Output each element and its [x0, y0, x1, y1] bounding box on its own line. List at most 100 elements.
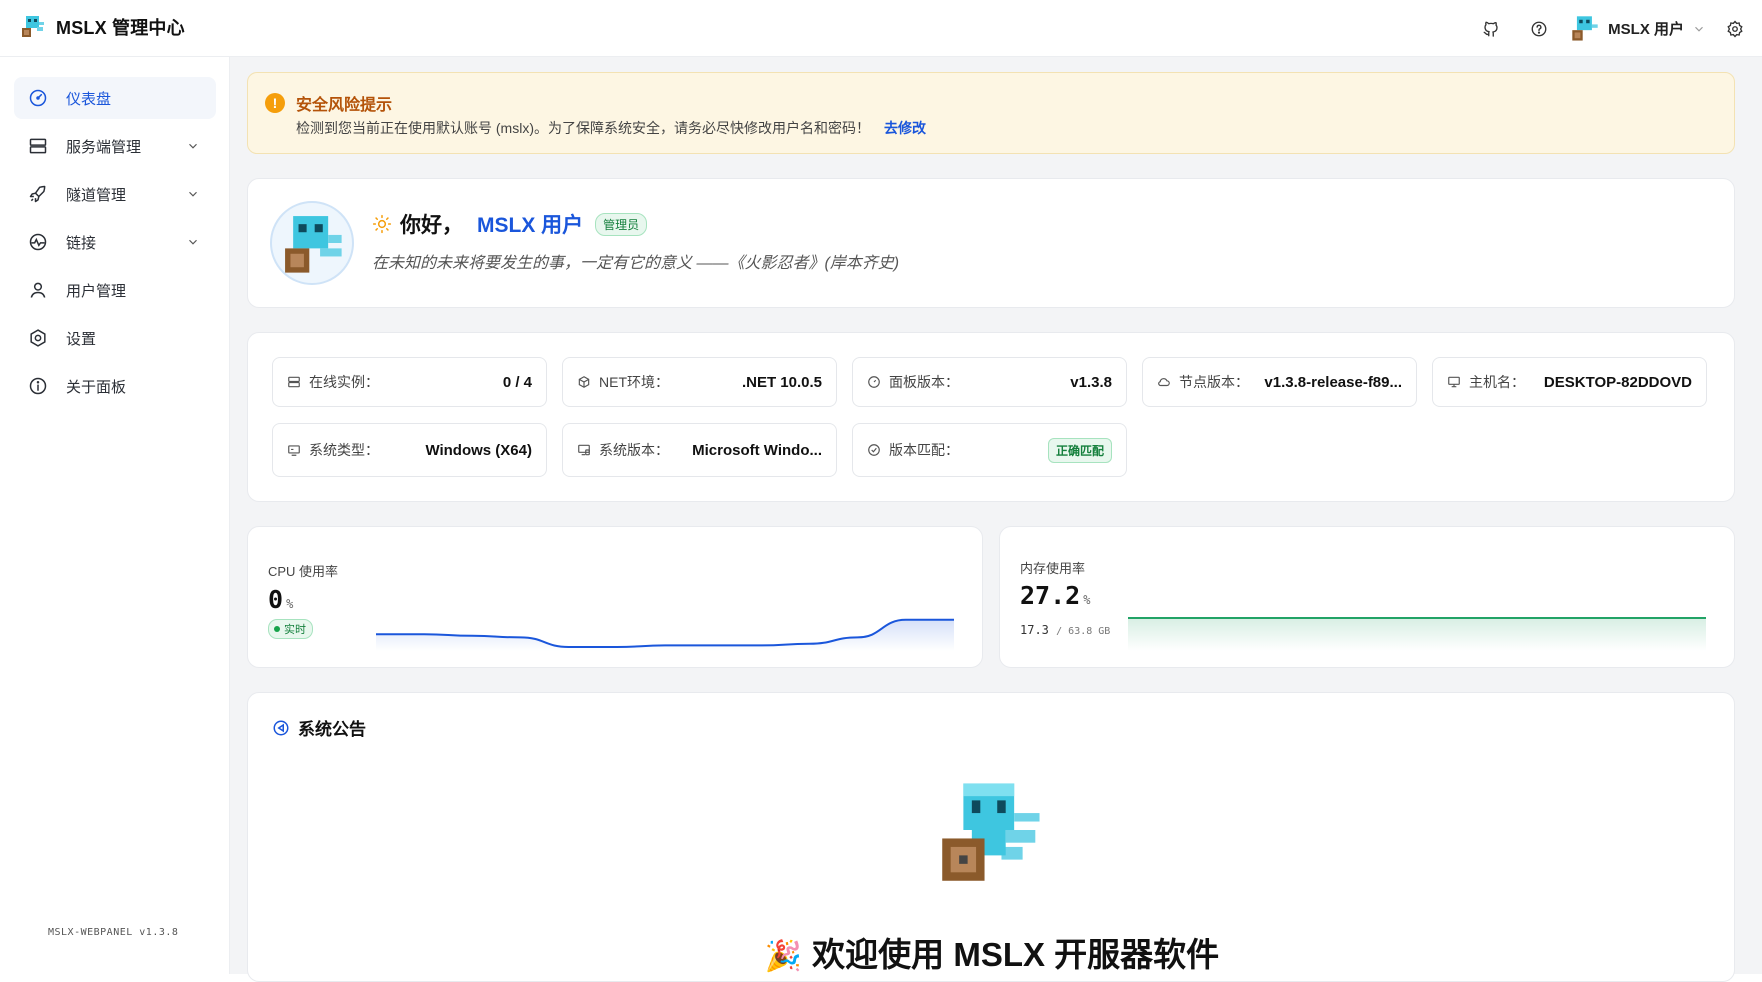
info-panel-version: 面板版本： v1.3.8 — [852, 357, 1127, 407]
sidebar-item-server-management[interactable]: 服务端管理 — [14, 125, 216, 167]
info-label: 版本匹配： — [889, 442, 959, 458]
info-online-instances: 在线实例： 0 / 4 — [272, 357, 547, 407]
role-badge: 管理员 — [595, 212, 648, 236]
info-hostname: 主机名： DESKTOP-82DDOVD — [1432, 357, 1707, 407]
security-alert: ! 安全风险提示 检测到您当前正在使用默认账号 (mslx)。为了保障系统安全，… — [247, 72, 1735, 154]
sidebar-item-label: 用户管理 — [66, 282, 127, 300]
top-header: MSLX 管理中心 MSLX 用户 — [0, 0, 1762, 57]
info-label: 系统版本： — [599, 442, 669, 458]
info-version-match: 版本匹配： 正确匹配 — [852, 423, 1127, 477]
info-label: 系统类型： — [309, 442, 379, 458]
sidebar-item-label: 隧道管理 — [66, 186, 127, 204]
user-icon — [30, 282, 46, 298]
app-title: MSLX 管理中心 — [56, 18, 185, 38]
help-icon — [1531, 21, 1547, 36]
sidebar-item-settings[interactable]: 设置 — [14, 317, 216, 359]
change-credentials-link[interactable]: 去修改 — [884, 120, 926, 136]
warning-icon: ! — [265, 93, 285, 113]
memory-value-row: 27.2% — [1020, 581, 1090, 610]
user-avatar — [1572, 15, 1598, 41]
sidebar-item-dashboard[interactable]: 仪表盘 — [14, 77, 216, 119]
system-info-card: 在线实例： 0 / 4 NET环境： .NET 10.0.5 面板版本： v1.… — [247, 332, 1735, 502]
cube-icon — [578, 376, 590, 388]
info-net-environment: NET环境： .NET 10.0.5 — [562, 357, 837, 407]
memory-series-area — [1128, 617, 1706, 651]
rocket-icon — [29, 185, 46, 203]
github-icon — [1483, 21, 1498, 37]
chevron-down-icon — [1695, 26, 1703, 32]
settings-icon — [30, 329, 46, 347]
memory-total: / 63.8 GB — [1056, 626, 1111, 637]
welcome-card: 你好， MSLX 用户 管理员 在未知的未来将要发生的事，一定有它的意义 ——《… — [247, 178, 1735, 308]
info-value: v1.3.8 — [1070, 373, 1112, 391]
mslx-logo-icon — [22, 16, 44, 37]
version-footer: MSLX-WEBPANEL v1.3.8 — [48, 927, 179, 938]
info-value: v1.3.8-release-f89... — [1264, 373, 1402, 391]
user-menu[interactable]: MSLX 用户 — [1570, 14, 1706, 44]
info-value: Windows (X64) — [425, 441, 532, 459]
chip-icon — [288, 445, 300, 456]
sidebar-item-links[interactable]: 链接 — [14, 221, 216, 263]
welcome-quote: 在未知的未来将要发生的事，一定有它的意义 ——《火影忍者》(岸本齐史) — [372, 255, 900, 272]
info-label: 面板版本： — [889, 374, 959, 390]
check-circle-icon — [868, 444, 880, 456]
greeting-row: 你好， MSLX 用户 管理员 — [372, 209, 648, 239]
alert-message: 检测到您当前正在使用默认账号 (mslx)。为了保障系统安全，请务必尽快修改用户… — [296, 118, 926, 138]
memory-value: 27.2 — [1020, 581, 1081, 610]
info-label: 在线实例： — [309, 374, 379, 390]
info-label: 主机名： — [1469, 374, 1525, 390]
sidebar-item-label: 仪表盘 — [66, 90, 112, 108]
desktop-icon — [578, 444, 590, 456]
greeting-text: 你好， — [400, 214, 463, 237]
info-icon — [29, 377, 47, 395]
sidebar-item-user-management[interactable]: 用户管理 — [14, 269, 216, 311]
server-icon — [288, 376, 300, 388]
github-button[interactable] — [1474, 12, 1508, 46]
welcome-banner-text: 欢迎使用 MSLX 开服器软件 — [812, 936, 1220, 973]
settings-icon — [1727, 19, 1743, 38]
chevron-down-icon — [189, 191, 197, 197]
avatar-image — [285, 216, 342, 273]
cloud-icon — [1158, 378, 1170, 387]
dashboard-icon — [29, 89, 47, 107]
sidebar: 仪表盘 服务端管理 隧道管理 链接 用户管理 设置 关于面板 MSLX-WEBP… — [0, 57, 230, 974]
memory-usage-card: 内存使用率 27.2% 17.3 / 63.8 GB — [999, 526, 1735, 668]
info-label: 节点版本： — [1179, 374, 1249, 390]
greeting-user-name: MSLX 用户 — [477, 214, 584, 237]
alert-title: 安全风险提示 — [296, 97, 393, 114]
notice-header: 系统公告 — [272, 715, 366, 740]
cpu-sparkline — [376, 618, 954, 651]
settings-button[interactable] — [1718, 12, 1752, 46]
memory-unit: % — [1083, 593, 1091, 607]
cpu-value-row: 0% — [268, 585, 293, 614]
sidebar-item-label: 服务端管理 — [66, 138, 142, 156]
app-root: MSLX 管理中心 MSLX 用户 仪表盘 服务端管理 隧道管理 链接 用户管理… — [0, 0, 1762, 982]
header-actions: MSLX 用户 — [1474, 0, 1762, 57]
info-system-version: 系统版本： Microsoft Windo... — [562, 423, 837, 477]
live-badge-label: 实时 — [284, 624, 306, 636]
gauge-icon — [868, 376, 880, 388]
help-button[interactable] — [1522, 12, 1556, 46]
welcome-banner: 🎉 欢迎使用 MSLX 开服器软件 — [248, 928, 1734, 976]
memory-sparkline — [1128, 616, 1706, 651]
link-icon — [29, 233, 47, 251]
live-dot-icon — [274, 626, 280, 632]
info-value: .NET 10.0.5 — [741, 373, 822, 391]
brand[interactable]: MSLX 管理中心 — [20, 14, 185, 40]
cpu-usage-card: CPU 使用率 0% 实时 — [247, 526, 983, 668]
sun-icon — [372, 214, 392, 234]
live-badge: 实时 — [268, 619, 313, 639]
sidebar-item-about[interactable]: 关于面板 — [14, 365, 216, 407]
server-icon — [29, 138, 47, 154]
chevron-down-icon — [189, 239, 197, 245]
sidebar-item-label: 链接 — [66, 234, 97, 252]
cpu-label: CPU 使用率 — [268, 564, 339, 579]
party-popper-icon: 🎉 — [764, 940, 803, 973]
info-node-version: 节点版本： v1.3.8-release-f89... — [1142, 357, 1417, 407]
memory-label: 内存使用率 — [1020, 561, 1086, 576]
alert-text: 检测到您当前正在使用默认账号 (mslx)。为了保障系统安全，请务必尽快修改用户… — [296, 120, 870, 136]
sidebar-item-tunnel-management[interactable]: 隧道管理 — [14, 173, 216, 215]
version-match-badge: 正确匹配 — [1047, 437, 1112, 463]
sidebar-item-label: 设置 — [66, 330, 97, 348]
info-value: Microsoft Windo... — [692, 441, 822, 459]
